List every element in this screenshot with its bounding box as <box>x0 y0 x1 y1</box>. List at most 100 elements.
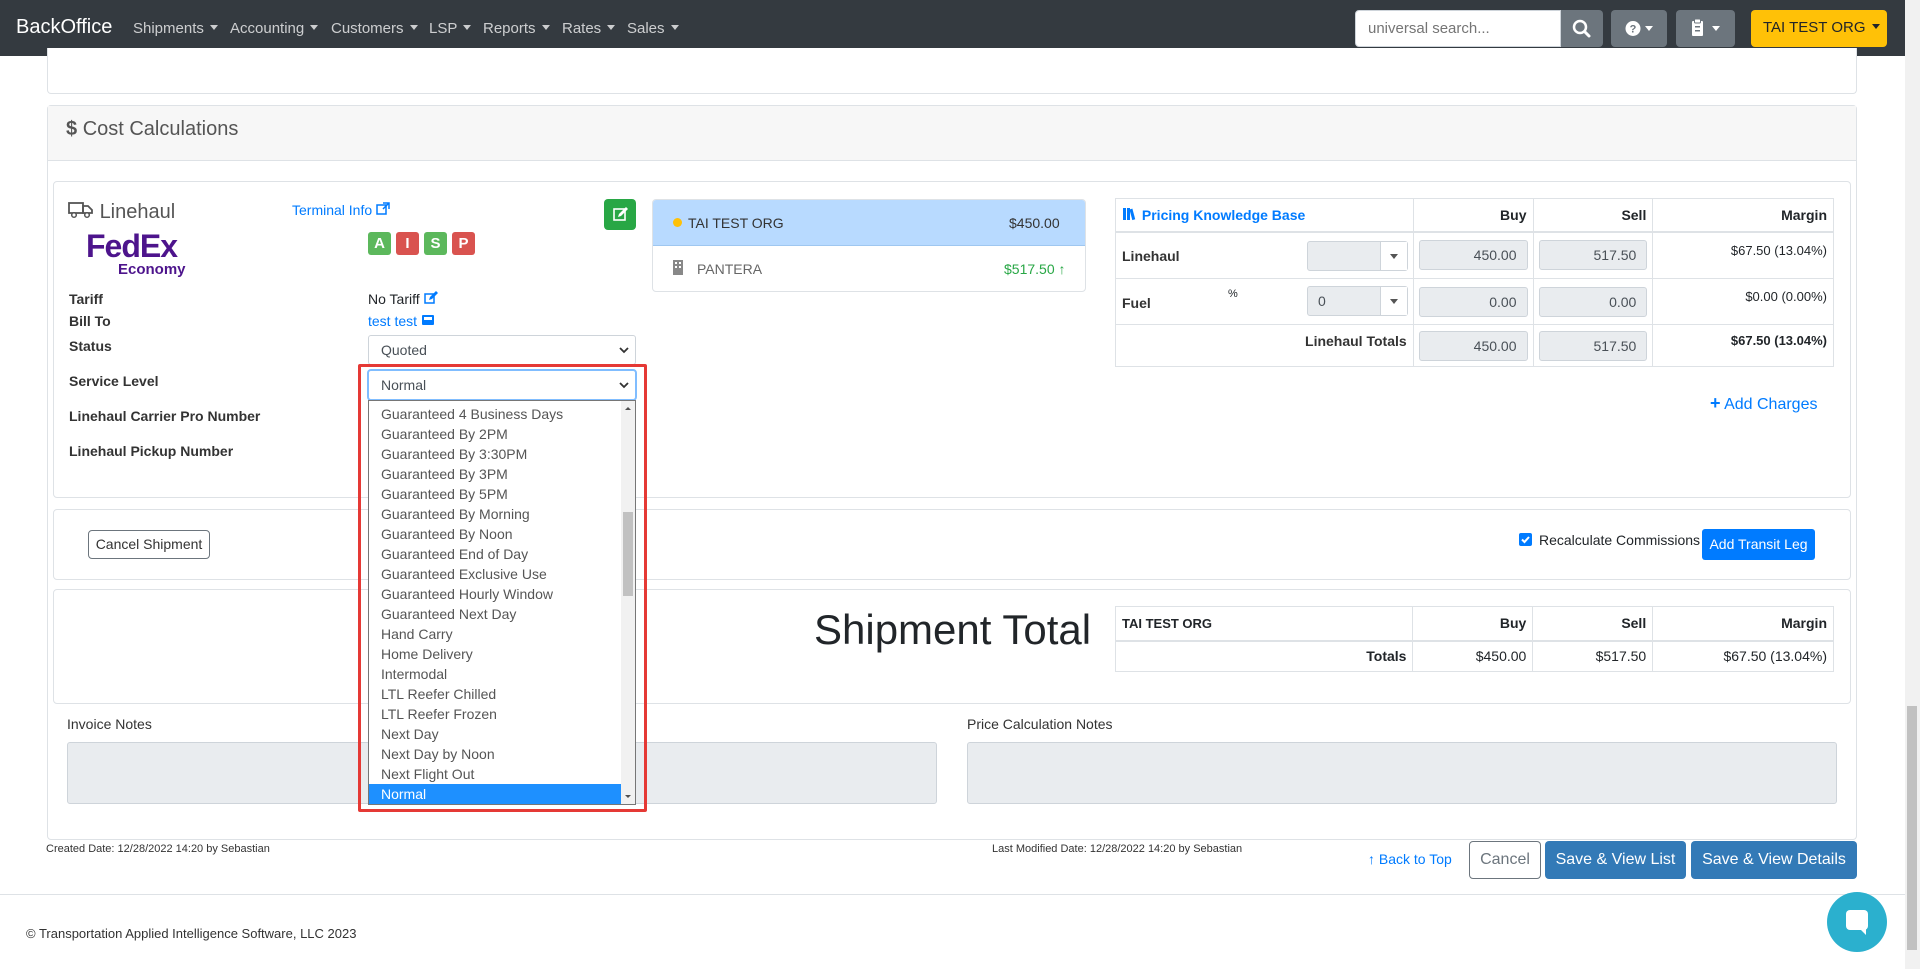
service-level-option[interactable]: Next Day by Noon <box>369 744 621 764</box>
nav-shipments[interactable]: Shipments <box>133 20 218 37</box>
price-notes-textarea[interactable] <box>967 742 1837 804</box>
fuel-row-label: Fuel % 0 <box>1115 278 1414 325</box>
badge-s[interactable]: S <box>424 232 447 255</box>
service-level-label: Service Level <box>69 373 159 389</box>
pickup-number-label: Linehaul Pickup Number <box>69 443 234 459</box>
scroll-up-icon[interactable] <box>621 401 635 415</box>
back-to-top-link[interactable]: ↑ Back to Top <box>1368 851 1452 867</box>
fuel-sell-input[interactable]: 0.00 <box>1538 286 1648 317</box>
service-level-option[interactable]: Next Day <box>369 724 621 744</box>
st-sell: $517.50 <box>1532 640 1654 672</box>
tariff-label: Tariff <box>69 291 103 307</box>
badge-a[interactable]: A <box>368 232 391 255</box>
nav-accounting[interactable]: Accounting <box>230 20 319 37</box>
universal-search-input[interactable] <box>1355 10 1561 47</box>
status-select[interactable]: Quoted <box>368 335 636 365</box>
service-level-option[interactable]: Intermodal <box>369 664 621 684</box>
linehaul-sell-input[interactable]: 517.50 <box>1538 240 1648 271</box>
service-level-option[interactable]: LTL Reefer Frozen <box>369 704 621 724</box>
bill-to-label: Bill To <box>69 313 111 329</box>
chat-widget-button[interactable] <box>1827 892 1887 952</box>
edit-carrier-button[interactable] <box>604 199 636 230</box>
st-buy: $450.00 <box>1412 640 1534 672</box>
clipboard-button[interactable] <box>1676 10 1735 47</box>
invoice-notes-label: Invoice Notes <box>67 716 152 732</box>
bill-to-link[interactable]: test test <box>368 313 435 329</box>
terminal-info-link[interactable]: Terminal Info <box>292 202 390 218</box>
dropdown-scrollbar[interactable] <box>621 401 635 804</box>
cost-calculations-header <box>48 106 1856 161</box>
linehaul-rate-select[interactable] <box>1307 240 1408 271</box>
service-level-option[interactable]: Guaranteed Hourly Window <box>369 584 621 604</box>
plus-icon: + <box>1710 393 1721 413</box>
row-label: Fuel <box>1122 295 1151 311</box>
edit-icon[interactable] <box>423 291 438 305</box>
badge-i[interactable]: I <box>396 232 419 255</box>
service-level-dropdown[interactable]: Guaranteed 4 Business Days Guaranteed By … <box>368 400 636 805</box>
books-icon <box>1123 207 1136 220</box>
service-level-option[interactable]: Next Flight Out <box>369 764 621 784</box>
col-buy: Buy <box>1412 198 1534 233</box>
dropdown-scroll-thumb[interactable] <box>623 512 633 596</box>
clipboard-icon <box>1692 18 1720 36</box>
service-level-option[interactable]: Guaranteed By 3PM <box>369 464 621 484</box>
service-level-option[interactable]: Normal <box>369 784 621 804</box>
service-level-option[interactable]: Guaranteed Next Day <box>369 604 621 624</box>
help-button[interactable]: ? <box>1611 10 1667 47</box>
check-icon <box>1521 536 1530 544</box>
price-notes-label: Price Calculation Notes <box>967 716 1113 732</box>
service-level-option[interactable]: Guaranteed Exclusive Use <box>369 564 621 584</box>
service-level-option[interactable]: Guaranteed By Morning <box>369 504 621 524</box>
footer-divider <box>0 894 1905 895</box>
cancel-shipment-button[interactable]: Cancel Shipment <box>88 530 210 559</box>
nav-lsp[interactable]: LSP <box>429 20 472 37</box>
st-totals-label: Totals <box>1114 640 1414 672</box>
search-button[interactable] <box>1561 10 1603 47</box>
service-level-option[interactable]: Hand Carry <box>369 624 621 644</box>
modified-date: Last Modified Date: 12/28/2022 14:20 by … <box>992 843 1243 855</box>
cancel-button[interactable]: Cancel <box>1469 841 1541 879</box>
service-level-option[interactable]: Guaranteed By 5PM <box>369 484 621 504</box>
nav-rates[interactable]: Rates <box>562 20 616 37</box>
service-level-option[interactable]: LTL Reefer Chilled <box>369 684 621 704</box>
svg-text:?: ? <box>1630 24 1637 36</box>
service-level-option[interactable]: Home Delivery <box>369 644 621 664</box>
service-level-option[interactable]: Guaranteed End of Day <box>369 544 621 564</box>
linehaul-buy-input[interactable]: 450.00 <box>1418 240 1528 271</box>
calculator-icon <box>421 315 434 325</box>
page-scroll-thumb[interactable] <box>1907 706 1917 950</box>
add-transit-leg-button[interactable]: Add Transit Leg <box>1702 529 1815 560</box>
save-view-details-button[interactable]: Save & View Details <box>1691 841 1857 879</box>
org-menu-button[interactable]: TAI TEST ORG <box>1751 10 1887 47</box>
caret-down-icon <box>1390 253 1398 259</box>
recalculate-checkbox[interactable] <box>1519 533 1532 546</box>
service-level-option[interactable]: Guaranteed By Noon <box>369 524 621 544</box>
service-level-option[interactable]: Guaranteed By 3:30PM <box>369 444 621 464</box>
status-dot-icon <box>673 218 682 227</box>
totals-margin: $67.50 (13.04%) <box>1652 324 1834 367</box>
service-level-option[interactable]: Guaranteed 4 Business Days <box>369 404 621 424</box>
cost-calculations-title: $ Cost Calculations <box>66 118 239 140</box>
created-date: Created Date: 12/28/2022 14:20 by Sebast… <box>46 843 270 855</box>
fuel-buy-input[interactable]: 0.00 <box>1418 286 1528 317</box>
totals-buy-input: 450.00 <box>1418 330 1528 361</box>
scroll-down-icon[interactable] <box>621 790 635 804</box>
fuel-unit: % <box>1228 288 1238 300</box>
service-level-option[interactable]: Guaranteed By 2PM <box>369 424 621 444</box>
row-label: Linehaul <box>1122 247 1180 264</box>
nav-sales[interactable]: Sales <box>627 20 679 37</box>
nav-customers[interactable]: Customers <box>331 20 418 37</box>
col-sell: Sell <box>1532 198 1654 233</box>
save-view-list-button[interactable]: Save & View List <box>1545 841 1686 879</box>
fuel-rate-select[interactable]: 0 <box>1307 286 1408 316</box>
nav-reports[interactable]: Reports <box>483 20 550 37</box>
add-charges-link[interactable]: + Add Charges <box>1710 393 1817 414</box>
badge-p[interactable]: P <box>452 232 475 255</box>
pricing-kb-link[interactable]: Pricing Knowledge Base <box>1122 207 1305 223</box>
edit-icon <box>613 207 628 221</box>
service-level-select[interactable]: Normal <box>368 370 636 400</box>
brand-logo[interactable]: BackOffice <box>16 16 112 39</box>
external-link-icon <box>376 202 390 215</box>
previous-section-card <box>47 48 1857 94</box>
truck-icon <box>68 202 93 219</box>
